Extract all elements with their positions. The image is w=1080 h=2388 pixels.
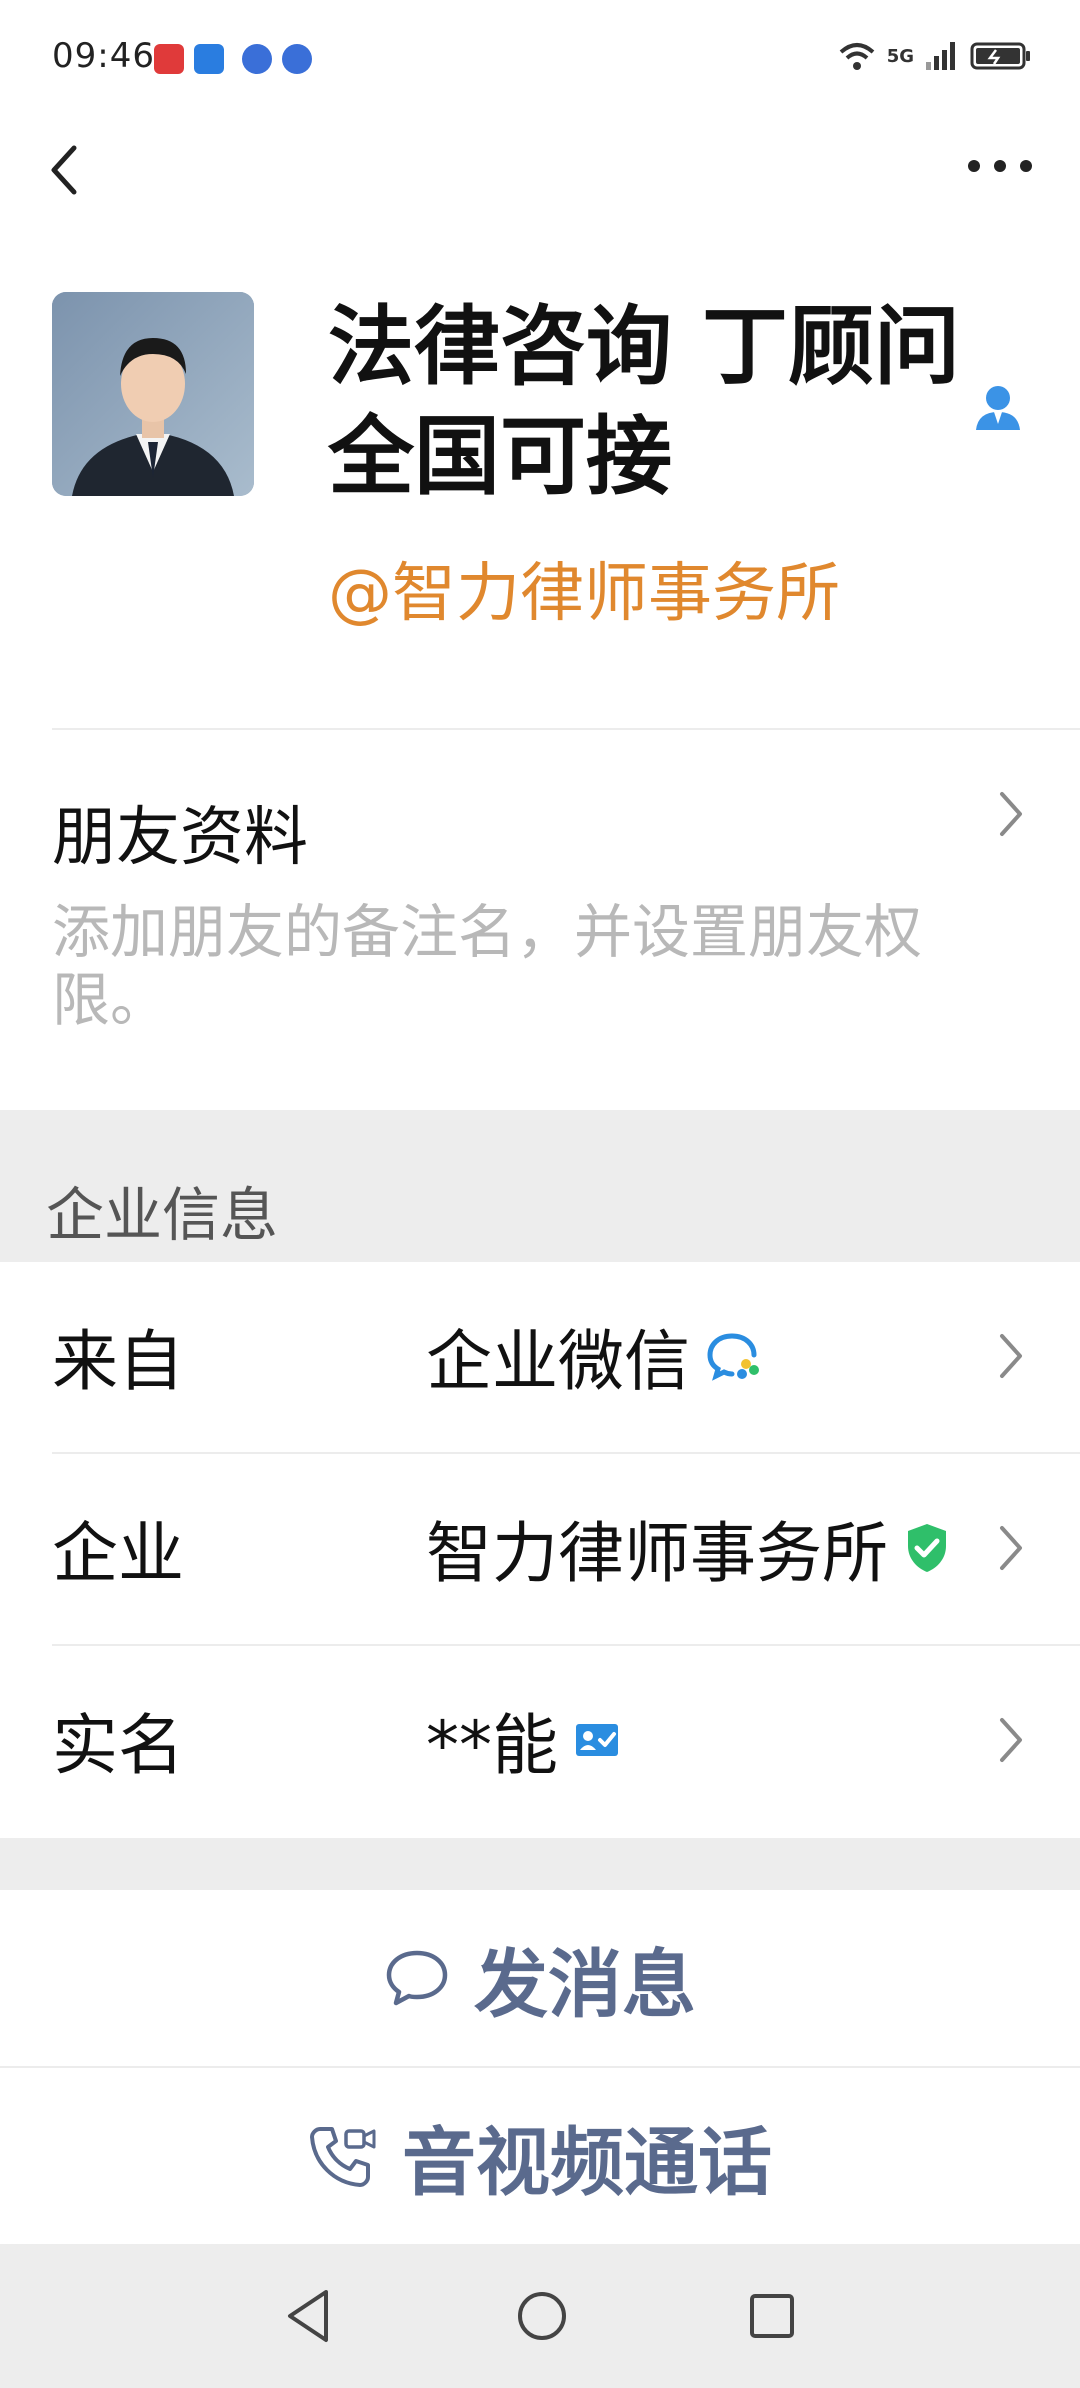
chevron-right-icon xyxy=(1000,1526,1022,1570)
notification-blue-icon-2 xyxy=(282,44,312,74)
avatar-portrait-icon xyxy=(52,292,254,496)
chevron-right-icon xyxy=(1000,1718,1022,1762)
person-icon xyxy=(976,386,1020,430)
back-button[interactable] xyxy=(40,130,100,210)
verified-shield-icon xyxy=(908,1524,946,1572)
info-row-enterprise[interactable]: 企业 智力律师事务所 xyxy=(0,1454,1080,1644)
id-card-icon xyxy=(576,1724,618,1756)
section-gap xyxy=(0,1838,1080,1890)
nav-home-icon[interactable] xyxy=(510,2284,574,2348)
notification-blue-icon xyxy=(242,44,272,74)
avatar[interactable] xyxy=(52,292,254,496)
contact-name: 法律咨询 丁顾问 全国可接 xyxy=(328,297,960,507)
notification-live-icon xyxy=(194,44,224,74)
signal-icon xyxy=(926,42,955,70)
info-label: 实名 xyxy=(52,1707,184,1784)
av-call-label: 音视频通话 xyxy=(402,2119,772,2206)
info-value: 智力律师事务所 xyxy=(426,1500,950,1596)
send-message-label: 发消息 xyxy=(474,1941,696,2028)
status-indicators: 5G xyxy=(837,40,1032,72)
system-nav-bar xyxy=(0,2244,1080,2388)
info-value-text: 智力律师事务所 xyxy=(426,1515,888,1592)
phone-video-icon xyxy=(310,2127,376,2187)
friend-profile-title: 朋友资料 xyxy=(52,801,308,875)
enterprise-section-title: 企业信息 xyxy=(46,1181,279,1249)
nav-back-icon[interactable] xyxy=(280,2284,340,2348)
info-value-text: **能 xyxy=(426,1707,558,1784)
battery-icon xyxy=(970,42,1030,70)
nav-recent-icon[interactable] xyxy=(740,2284,804,2348)
contact-type-button[interactable] xyxy=(974,382,1022,432)
chat-bubble-icon xyxy=(386,1950,448,2006)
info-value: 企业微信 xyxy=(426,1308,762,1404)
company-tag: @智力律师事务所 xyxy=(328,557,840,631)
info-row-real-name[interactable]: 实名 **能 xyxy=(0,1646,1080,1836)
wifi-icon xyxy=(839,43,875,70)
send-message-button[interactable]: 发消息 xyxy=(0,1890,1080,2066)
ellipsis-icon xyxy=(968,160,1032,172)
chevron-left-icon xyxy=(51,145,77,195)
wecom-icon xyxy=(707,1333,759,1381)
av-call-button[interactable]: 音视频通话 xyxy=(0,2068,1080,2244)
info-row-source[interactable]: 来自 企业微信 xyxy=(0,1262,1080,1452)
notification-app-icon xyxy=(154,44,184,74)
friend-profile-description: 添加朋友的备注名，并设置朋友权限。 xyxy=(52,898,923,1034)
chevron-right-icon xyxy=(1000,1334,1022,1378)
info-value-text: 企业微信 xyxy=(426,1323,690,1400)
info-label: 来自 xyxy=(52,1323,184,1400)
more-button[interactable] xyxy=(960,140,1040,200)
status-time: 09:46 xyxy=(52,36,155,76)
chevron-right-icon xyxy=(1000,792,1022,836)
info-label: 企业 xyxy=(52,1515,184,1592)
info-value: **能 xyxy=(426,1692,620,1788)
network-type: 5G xyxy=(886,45,914,67)
